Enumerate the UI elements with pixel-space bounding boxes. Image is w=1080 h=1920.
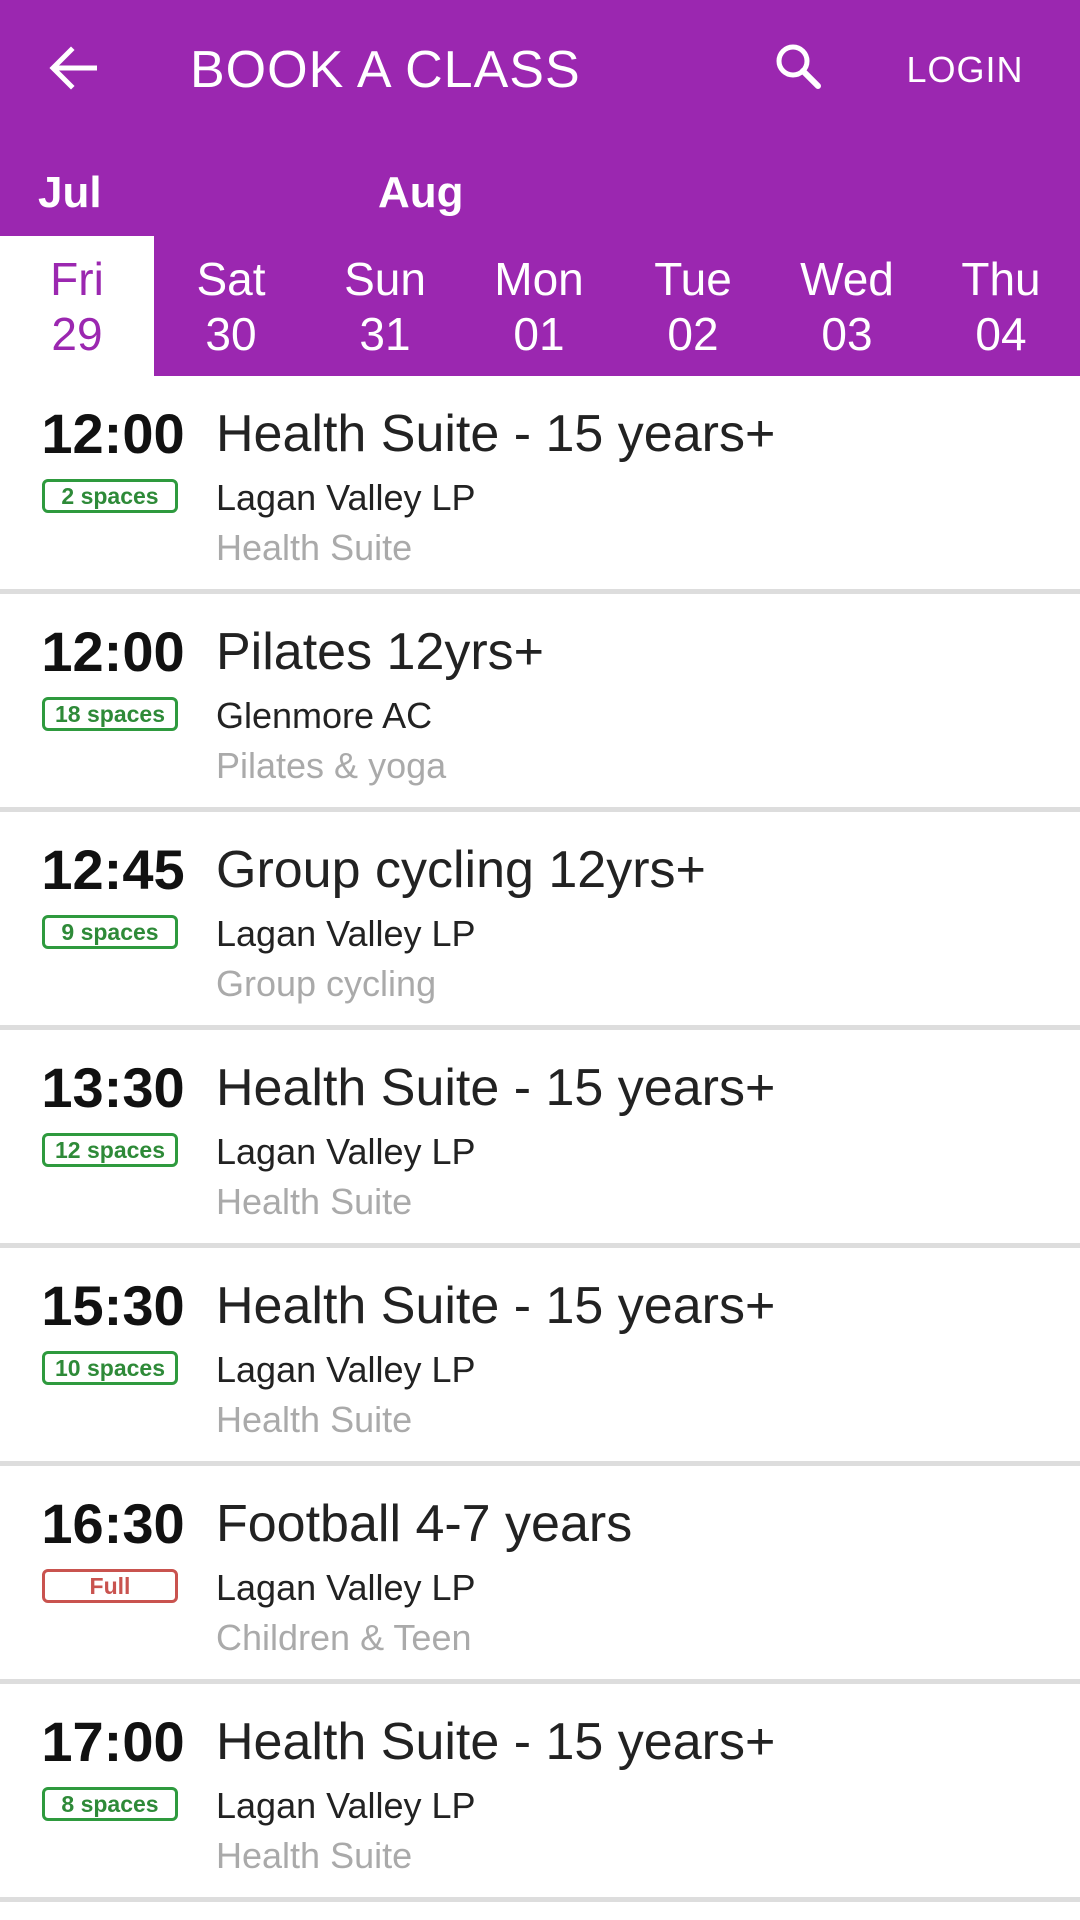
class-category: Health Suite [216, 527, 413, 568]
class-venue: Lagan Valley LP [216, 1785, 476, 1826]
class-venue: Lagan Valley LP [216, 477, 476, 518]
class-name: Health Suite - 15 years+ [216, 1059, 776, 1117]
class-category: Pilates & yoga [216, 745, 447, 786]
availability-badge: 18 spaces [42, 697, 178, 731]
class-list-item[interactable]: 15:30 10 spaces Health Suite - 15 years+… [0, 1248, 1080, 1466]
class-time: 15:30 [41, 1274, 185, 1337]
day-number: 31 [359, 308, 411, 360]
class-venue: Lagan Valley LP [216, 913, 476, 954]
page-title: BOOK A CLASS [190, 41, 581, 99]
class-list: 12:00 2 spaces Health Suite - 15 years+ … [0, 376, 1080, 1902]
back-button[interactable] [36, 40, 110, 100]
class-list-item[interactable]: 12:00 18 spaces Pilates 12yrs+ Glenmore … [0, 594, 1080, 812]
day-number: 03 [821, 308, 873, 360]
availability-badge: 12 spaces [42, 1133, 178, 1167]
class-category: Health Suite [216, 1181, 413, 1222]
class-time: 12:45 [41, 838, 185, 901]
class-list-item[interactable]: 13:30 12 spaces Health Suite - 15 years+… [0, 1030, 1080, 1248]
availability-badge: 10 spaces [42, 1351, 178, 1385]
month-label-aug: Aug [378, 168, 464, 217]
day-tab-tue[interactable]: Tue 02 [616, 236, 770, 376]
day-number: 04 [975, 308, 1027, 360]
class-name: Health Suite - 15 years+ [216, 1277, 776, 1335]
class-time: 12:00 [41, 620, 185, 683]
class-time: 12:00 [41, 402, 185, 465]
day-name: Sat [196, 253, 266, 305]
day-name: Fri [50, 253, 104, 305]
day-name: Tue [654, 253, 732, 305]
class-time: 16:30 [41, 1492, 185, 1555]
search-icon [773, 41, 823, 96]
day-tab-thu[interactable]: Thu 04 [924, 236, 1078, 376]
arrow-left-icon [49, 45, 98, 95]
day-tab-mon[interactable]: Mon 01 [462, 236, 616, 376]
class-name: Group cycling 12yrs+ [216, 841, 706, 899]
day-number: 01 [513, 308, 565, 360]
class-list-item[interactable]: 16:30 Full Football 4-7 years Lagan Vall… [0, 1466, 1080, 1684]
day-name: Wed [800, 253, 894, 305]
login-button[interactable]: LOGIN [880, 40, 1050, 100]
app-bar: BOOK A CLASS LOGIN [0, 0, 1080, 140]
availability-badge: Full [42, 1569, 178, 1603]
month-row: Jul Aug [0, 140, 1080, 236]
class-name: Pilates 12yrs+ [216, 623, 545, 681]
day-name: Sun [344, 253, 426, 305]
day-tab-sat[interactable]: Sat 30 [154, 236, 308, 376]
day-number: 02 [667, 308, 719, 360]
class-list-item[interactable]: 17:00 8 spaces Health Suite - 15 years+ … [0, 1684, 1080, 1902]
class-category: Children & Teen [216, 1617, 472, 1658]
class-list-item[interactable]: 12:45 9 spaces Group cycling 12yrs+ Laga… [0, 812, 1080, 1030]
day-tab-fri[interactable]: Fri 29 [0, 236, 154, 376]
day-tab-wed[interactable]: Wed 03 [770, 236, 924, 376]
class-time: 17:00 [41, 1710, 185, 1773]
availability-badge: 8 spaces [42, 1787, 178, 1821]
search-button[interactable] [766, 36, 830, 100]
class-category: Health Suite [216, 1399, 413, 1440]
class-venue: Glenmore AC [216, 695, 433, 736]
class-name: Health Suite - 15 years+ [216, 1713, 776, 1771]
class-venue: Lagan Valley LP [216, 1349, 476, 1390]
class-time: 13:30 [41, 1056, 185, 1119]
day-name: Thu [961, 253, 1041, 305]
day-tab-sun[interactable]: Sun 31 [308, 236, 462, 376]
day-number: 29 [51, 308, 103, 360]
day-selector: Fri 29 Sat 30 Sun 31 Mon 01 Tue 02 Wed 0… [0, 236, 1080, 376]
day-number: 30 [205, 308, 257, 360]
class-name: Health Suite - 15 years+ [216, 405, 776, 463]
class-venue: Lagan Valley LP [216, 1567, 476, 1608]
class-venue: Lagan Valley LP [216, 1131, 476, 1172]
availability-badge: 9 spaces [42, 915, 178, 949]
class-category: Health Suite [216, 1835, 413, 1876]
month-label-jul: Jul [38, 168, 102, 217]
class-name: Football 4-7 years [216, 1495, 633, 1553]
day-name: Mon [494, 253, 584, 305]
class-list-item[interactable]: 12:00 2 spaces Health Suite - 15 years+ … [0, 376, 1080, 594]
availability-badge: 2 spaces [42, 479, 178, 513]
class-category: Group cycling [216, 963, 437, 1004]
